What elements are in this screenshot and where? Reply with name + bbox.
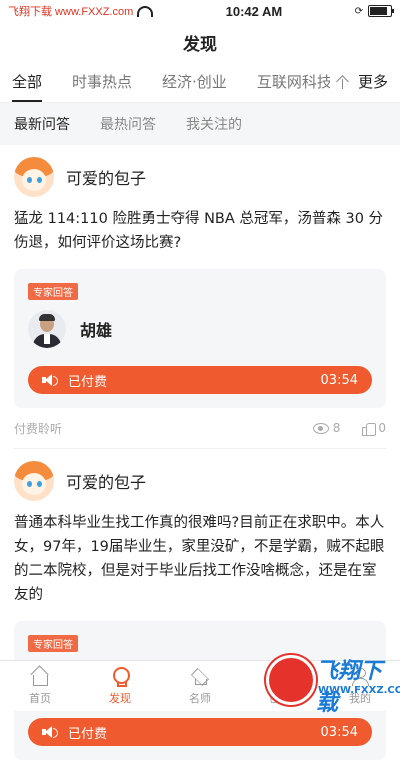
expert-badge: 专家回答 [28,635,78,652]
audio-play-button[interactable]: 已付费 03:54 [28,366,372,394]
audio-duration: 03:54 [320,724,358,740]
clock: 10:42 AM [225,3,283,19]
tabbar-home[interactable]: 首页 [0,661,80,711]
wifi-icon [137,5,154,17]
question-text[interactable]: 普通本科毕业生找工作真的很难吗?目前正在求职中。本人女，97年，19届毕业生，家… [14,511,386,607]
watermark-url: WWW.FXXZ.COM [318,685,400,696]
post-footer: 付费聆听 8 0 [14,408,386,449]
carrier: 飞翔下载 www.FXXZ.com [8,3,154,19]
question-text[interactable]: 猛龙 114:110 险胜勇士夺得 NBA 总冠军，汤普森 30 分伤退，如何评… [14,207,386,255]
cap-icon [190,667,210,687]
audio-duration: 03:54 [320,372,358,388]
tab-economy[interactable]: 经济·创业 [162,62,227,102]
avatar[interactable] [14,157,54,197]
tab-all[interactable]: 全部 [12,62,43,102]
more-tabs-button[interactable]: 更多 [329,62,388,102]
thumbs-up-icon [362,422,377,436]
subtab-hottest[interactable]: 最热问答 [100,114,156,134]
post-user[interactable]: 可爱的包子 [14,157,386,197]
expert-avatar[interactable] [28,310,66,348]
audio-play-button[interactable]: 已付费 03:54 [28,718,372,746]
views-count: 8 [332,421,341,435]
category-tabs: 全部 时事热点 经济·创业 互联网科技 更多 [0,62,400,103]
expert-answer-card[interactable]: 专家回答 胡雄 已付费 03:54 [14,269,386,408]
username: 可爱的包子 [66,169,147,188]
more-label: 更多 [357,73,388,91]
battery-icon [367,5,394,17]
speaker-icon [42,373,58,387]
sort-tabs: 最新问答 最热问答 我关注的 [0,103,400,145]
expert-name: 胡雄 [80,321,113,340]
tab-current-affairs[interactable]: 时事热点 [72,62,132,102]
paid-label: 已付费 [68,726,108,742]
page-header: 发现 [0,22,400,62]
subtab-latest[interactable]: 最新问答 [14,114,70,134]
post-user[interactable]: 可爱的包子 [14,461,386,501]
views-stat: 8 [312,421,341,435]
expert-badge: 专家回答 [28,283,78,300]
tabbar-label: 首页 [29,691,51,705]
speaker-icon [42,725,58,739]
avatar[interactable] [14,461,54,501]
home-icon [30,667,50,687]
tabbar-label: 发现 [109,691,131,705]
watermark-logo: 飞翔下载 WWW.FXXZ.COM [260,649,400,716]
list-item[interactable]: 可爱的包子 猛龙 114:110 险胜勇士夺得 NBA 总冠军，汤普森 30 分… [14,145,386,449]
tabbar-teachers[interactable]: 名师 [160,661,240,711]
paid-listen-label: 付费聆听 [14,421,63,436]
page-title: 发现 [183,34,217,55]
orientation-lock-icon: ⟳ [354,5,363,17]
tab-internet-tech[interactable]: 互联网科技 [257,62,332,102]
bulb-icon [110,666,130,687]
tabbar-discover[interactable]: 发现 [80,661,160,711]
eye-icon [312,422,329,434]
likes-count: 0 [378,421,386,435]
subtab-following[interactable]: 我关注的 [186,114,242,134]
paid-label: 已付费 [68,374,108,390]
expert-info: 胡雄 [28,310,372,348]
username: 可爱的包子 [66,473,147,492]
tabbar-label: 名师 [189,691,211,705]
carrier-text: 飞翔下载 www.FXXZ.com [8,6,134,18]
status-bar: 飞翔下载 www.FXXZ.com 10:42 AM ⟳ [0,0,400,22]
like-button[interactable]: 0 [362,421,386,436]
status-right: ⟳ [354,5,394,17]
more-arrow-icon [336,75,348,89]
